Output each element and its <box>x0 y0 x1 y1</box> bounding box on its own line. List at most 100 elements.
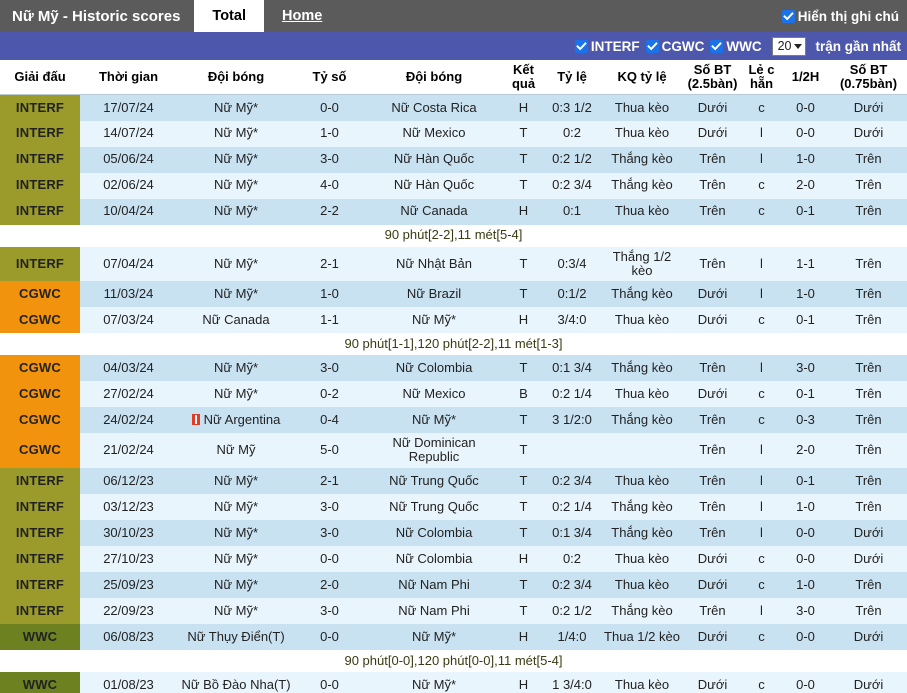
away-team[interactable]: Nữ Dominican Republic <box>364 433 504 468</box>
table-row[interactable]: INTERF 30/10/23 Nữ Mỹ* 3-0 Nữ Colombia T 0:1 3… <box>0 519 907 546</box>
table-row[interactable]: INTERF 14/07/24 Nữ Mỹ* 1-0 Nữ Mexico T 0:2 Thua… <box>0 120 907 147</box>
home-team[interactable]: Nữ Mỹ* <box>177 172 295 199</box>
league-badge[interactable]: INTERF <box>0 146 80 173</box>
col-header-ou-075[interactable]: Số BT (0.75bàn) <box>830 60 907 96</box>
col-header-score[interactable]: Tỷ số <box>295 60 364 96</box>
away-team[interactable]: Nữ Brazil <box>364 281 504 308</box>
away-team[interactable]: Nữ Canada <box>364 198 504 225</box>
away-team[interactable]: Nữ Mỹ* <box>364 407 504 434</box>
checkbox-checked-icon[interactable] <box>781 9 795 23</box>
home-team[interactable]: Nữ Mỹ* <box>177 493 295 520</box>
col-header-home-team[interactable]: Đội bóng <box>177 60 295 96</box>
home-team[interactable]: Nữ Mỹ* <box>177 571 295 598</box>
home-team[interactable]: Nữ Mỹ* <box>177 281 295 308</box>
table-row[interactable]: CGWC 07/03/24 Nữ Canada 1-1 Nữ Mỹ* H 3/4:0 Thua… <box>0 307 907 334</box>
filter-wwc[interactable]: WWC <box>710 39 762 54</box>
table-row[interactable]: WWC 01/08/23 Nữ Bồ Đào Nha(T) 0-0 Nữ Mỹ* H 1 3… <box>0 671 907 693</box>
col-header-league[interactable]: Giải đấu <box>0 60 80 96</box>
checkbox-checked-icon[interactable] <box>574 39 588 53</box>
away-team[interactable]: Nữ Hàn Quốc <box>364 172 504 199</box>
home-team[interactable]: Nữ Mỹ* <box>177 246 295 282</box>
away-team[interactable]: Nữ Nam Phi <box>364 571 504 598</box>
league-badge[interactable]: CGWC <box>0 307 80 334</box>
match-count-select[interactable]: 20 <box>771 36 807 56</box>
table-row[interactable]: INTERF 25/09/23 Nữ Mỹ* 2-0 Nữ Nam Phi T 0:2 3/… <box>0 571 907 598</box>
home-team[interactable]: Nữ Argentina <box>177 407 295 434</box>
col-header-result[interactable]: Kết quả <box>504 60 543 96</box>
table-row[interactable]: CGWC 27/02/24 Nữ Mỹ* 0-2 Nữ Mexico B 0:2 1/4 Th… <box>0 381 907 408</box>
away-team[interactable]: Nữ Colombia <box>364 355 504 382</box>
league-badge[interactable]: CGWC <box>0 281 80 308</box>
home-team[interactable]: Nữ Mỹ* <box>177 519 295 546</box>
home-team[interactable]: Nữ Mỹ* <box>177 146 295 173</box>
table-row[interactable]: INTERF 06/12/23 Nữ Mỹ* 2-1 Nữ Trung Quốc T 0:2… <box>0 467 907 494</box>
league-badge[interactable]: INTERF <box>0 94 80 121</box>
home-team[interactable]: Nữ Mỹ* <box>177 381 295 408</box>
league-badge[interactable]: WWC <box>0 623 80 650</box>
league-badge[interactable]: INTERF <box>0 493 80 520</box>
away-team[interactable]: Nữ Mỹ* <box>364 307 504 334</box>
checkbox-checked-icon[interactable] <box>710 39 724 53</box>
home-team[interactable]: Nữ Mỹ* <box>177 545 295 572</box>
table-row[interactable]: INTERF 22/09/23 Nữ Mỹ* 3-0 Nữ Nam Phi T 0:2 1/… <box>0 597 907 624</box>
league-badge[interactable]: INTERF <box>0 571 80 598</box>
home-team[interactable]: Nữ Canada <box>177 307 295 334</box>
col-header-odd-even[interactable]: Lẻ c hẵn <box>742 60 781 96</box>
league-badge[interactable]: INTERF <box>0 597 80 624</box>
away-team[interactable]: Nữ Colombia <box>364 519 504 546</box>
table-row[interactable]: CGWC 11/03/24 Nữ Mỹ* 1-0 Nữ Brazil T 0:1/2 Thắn… <box>0 281 907 308</box>
home-team[interactable]: Nữ Bồ Đào Nha(T) <box>177 671 295 693</box>
away-team[interactable]: Nữ Hàn Quốc <box>364 146 504 173</box>
tab-total[interactable]: Total <box>194 0 264 32</box>
col-header-time[interactable]: Thời gian <box>80 60 177 96</box>
table-row[interactable]: WWC 06/08/23 Nữ Thụy Điển(T) 0-0 Nữ Mỹ* H 1/4:… <box>0 623 907 650</box>
table-row[interactable]: INTERF 02/06/24 Nữ Mỹ* 4-0 Nữ Hàn Quốc T 0:2 3… <box>0 172 907 199</box>
league-badge[interactable]: INTERF <box>0 519 80 546</box>
home-team[interactable]: Nữ Mỹ <box>177 433 295 468</box>
league-badge[interactable]: INTERF <box>0 198 80 225</box>
filter-interf[interactable]: INTERF <box>574 39 640 54</box>
league-badge[interactable]: INTERF <box>0 467 80 494</box>
away-team[interactable]: Nữ Mỹ* <box>364 623 504 650</box>
table-row[interactable]: INTERF 07/04/24 Nữ Mỹ* 2-1 Nữ Nhật Bản T 0:3/4… <box>0 246 907 282</box>
table-row[interactable]: INTERF 05/06/24 Nữ Mỹ* 3-0 Nữ Hàn Quốc T 0:2 1… <box>0 146 907 173</box>
table-row[interactable]: INTERF 17/07/24 Nữ Mỹ* 0-0 Nữ Costa Rica H 0:3… <box>0 94 907 121</box>
league-badge[interactable]: CGWC <box>0 355 80 382</box>
home-team[interactable]: Nữ Mỹ* <box>177 94 295 121</box>
away-team[interactable]: Nữ Colombia <box>364 545 504 572</box>
table-row[interactable]: CGWC 04/03/24 Nữ Mỹ* 3-0 Nữ Colombia T 0:1 3/4… <box>0 355 907 382</box>
table-row[interactable]: INTERF 27/10/23 Nữ Mỹ* 0-0 Nữ Colombia H 0:2 Th… <box>0 545 907 572</box>
home-team[interactable]: Nữ Mỹ* <box>177 597 295 624</box>
away-team[interactable]: Nữ Mexico <box>364 381 504 408</box>
table-row[interactable]: CGWC 21/02/24 Nữ Mỹ 5-0 Nữ Dominican Republi… <box>0 433 907 468</box>
home-team[interactable]: Nữ Thụy Điển(T) <box>177 623 295 650</box>
league-badge[interactable]: WWC <box>0 671 80 693</box>
col-header-ou-25[interactable]: Số BT (2.5bàn) <box>683 60 742 96</box>
league-badge[interactable]: INTERF <box>0 120 80 147</box>
away-team[interactable]: Nữ Nam Phi <box>364 597 504 624</box>
league-badge[interactable]: CGWC <box>0 433 80 468</box>
col-header-odds[interactable]: Tỷ lệ <box>543 60 601 96</box>
show-notes-toggle[interactable]: Hiển thị ghi chú <box>781 0 907 32</box>
away-team[interactable]: Nữ Trung Quốc <box>364 467 504 494</box>
col-header-away-team[interactable]: Đội bóng <box>364 60 504 96</box>
league-badge[interactable]: CGWC <box>0 381 80 408</box>
col-header-half-time[interactable]: 1/2H <box>781 60 830 96</box>
home-team[interactable]: Nữ Mỹ* <box>177 120 295 147</box>
league-badge[interactable]: INTERF <box>0 545 80 572</box>
table-row[interactable]: INTERF 03/12/23 Nữ Mỹ* 3-0 Nữ Trung Quốc T 0:2… <box>0 493 907 520</box>
home-team[interactable]: Nữ Mỹ* <box>177 355 295 382</box>
tab-home[interactable]: Home <box>264 0 340 32</box>
table-row[interactable]: CGWC 24/02/24 Nữ Argentina 0-4 Nữ Mỹ* T 3 1/2:… <box>0 407 907 434</box>
filter-cgwc[interactable]: CGWC <box>645 39 704 54</box>
league-badge[interactable]: INTERF <box>0 246 80 282</box>
away-team[interactable]: Nữ Mỹ* <box>364 671 504 693</box>
checkbox-checked-icon[interactable] <box>645 39 659 53</box>
league-badge[interactable]: CGWC <box>0 407 80 434</box>
home-team[interactable]: Nữ Mỹ* <box>177 198 295 225</box>
away-team[interactable]: Nữ Mexico <box>364 120 504 147</box>
away-team[interactable]: Nữ Nhật Bản <box>364 246 504 282</box>
away-team[interactable]: Nữ Trung Quốc <box>364 493 504 520</box>
table-row[interactable]: INTERF 10/04/24 Nữ Mỹ* 2-2 Nữ Canada H 0:1 Thua… <box>0 198 907 225</box>
home-team[interactable]: Nữ Mỹ* <box>177 467 295 494</box>
